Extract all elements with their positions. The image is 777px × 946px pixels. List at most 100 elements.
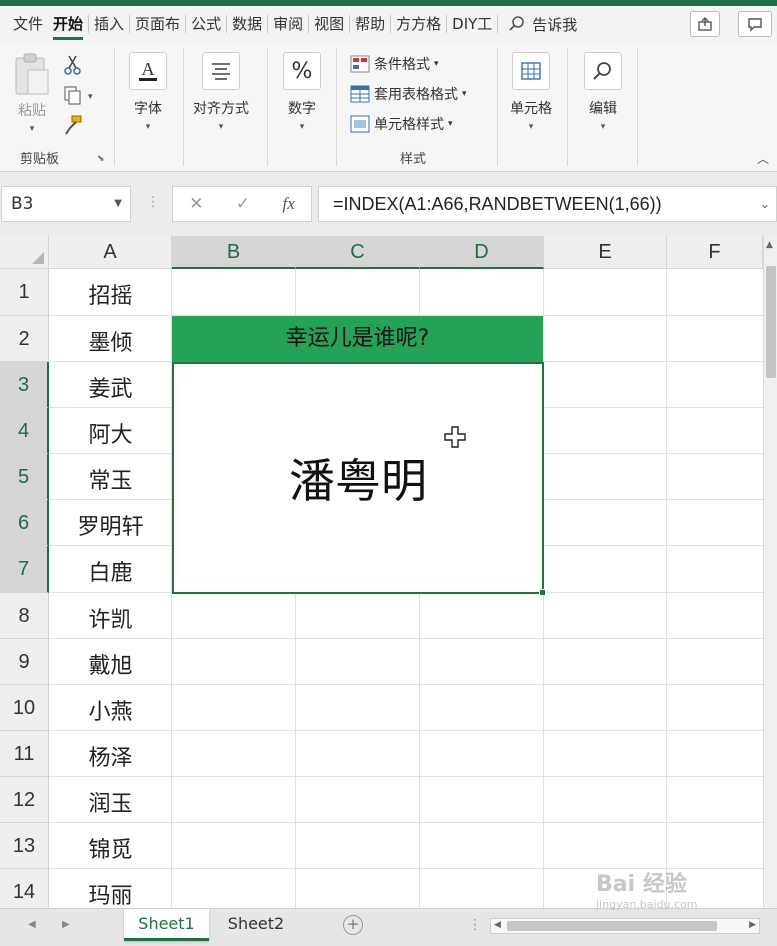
- cell-a2[interactable]: 墨倾: [49, 325, 172, 357]
- tab-insert[interactable]: 插入: [89, 6, 129, 42]
- alignment-button[interactable]: 对齐方式 ▾: [193, 52, 249, 132]
- cell-a10[interactable]: 小燕: [49, 694, 172, 726]
- insert-function-icon[interactable]: fx: [283, 194, 295, 214]
- cells-button[interactable]: 单元格 ▾: [510, 52, 552, 132]
- column-header-e[interactable]: E: [544, 236, 667, 269]
- cell-styles-button[interactable]: 单元格样式 ▾: [350, 114, 453, 134]
- tab-data[interactable]: 数据: [227, 6, 267, 42]
- cell-a14[interactable]: 玛丽: [49, 878, 172, 908]
- fill-handle[interactable]: [539, 589, 546, 596]
- tab-page-layout[interactable]: 页面布: [130, 6, 185, 42]
- cell-a11[interactable]: 杨泽: [49, 740, 172, 772]
- row-header-1[interactable]: 1: [0, 269, 49, 316]
- collapse-ribbon-icon[interactable]: ︿: [757, 150, 769, 167]
- banner-cell-b2[interactable]: 幸运儿是谁呢?: [172, 316, 543, 362]
- row-header-12[interactable]: 12: [0, 777, 49, 823]
- row-header-8[interactable]: 8: [0, 593, 49, 639]
- tab-review[interactable]: 审阅: [268, 6, 308, 42]
- group-divider: [267, 48, 268, 166]
- formula-input[interactable]: =INDEX(A1:A66,RANDBETWEEN(1,66)) ⌄: [318, 186, 777, 222]
- scroll-thumb[interactable]: [766, 266, 776, 378]
- cell-a1[interactable]: 招摇: [49, 278, 172, 310]
- format-as-table-button[interactable]: 套用表格格式 ▾: [350, 84, 467, 104]
- copy-button[interactable]: ▾: [62, 84, 93, 106]
- editing-button[interactable]: 编辑 ▾: [584, 52, 622, 132]
- cell-a4[interactable]: 阿大: [49, 417, 172, 449]
- tab-file[interactable]: 文件: [8, 6, 48, 42]
- row-header-6[interactable]: 6: [0, 500, 49, 546]
- row-header-5[interactable]: 5: [0, 454, 49, 500]
- row-header-10[interactable]: 10: [0, 685, 49, 731]
- conditional-formatting-button[interactable]: 条件格式 ▾: [350, 54, 439, 74]
- scroll-left-icon[interactable]: ◀: [494, 920, 501, 930]
- chevron-down-icon[interactable]: ⌄: [760, 187, 770, 221]
- column-header-d[interactable]: D: [420, 236, 544, 269]
- scroll-up-icon[interactable]: ▲: [766, 240, 773, 250]
- drag-handle-icon[interactable]: ⋮: [146, 194, 160, 210]
- cell-styles-label: 单元格样式: [374, 117, 444, 133]
- row-header-14[interactable]: 14: [0, 869, 49, 908]
- chevron-down-icon: ▾: [299, 122, 305, 132]
- column-header-f[interactable]: F: [667, 236, 763, 269]
- row-header-9[interactable]: 9: [0, 639, 49, 685]
- chevron-down-icon[interactable]: ▼: [114, 187, 122, 221]
- grid-line: [49, 638, 763, 639]
- column-header-a[interactable]: A: [49, 236, 172, 269]
- table-format-icon: [350, 85, 370, 103]
- tab-diy-tools[interactable]: DIY工: [447, 6, 497, 42]
- select-all-button[interactable]: [0, 236, 49, 269]
- row-header-13[interactable]: 13: [0, 823, 49, 869]
- cell-a9[interactable]: 戴旭: [49, 648, 172, 680]
- tab-formulas[interactable]: 公式: [186, 6, 226, 42]
- sheet-tab-sheet1[interactable]: Sheet1: [124, 909, 209, 941]
- name-box[interactable]: B3 ▼: [1, 186, 131, 222]
- baidu-watermark: Bai 经验 jingyan.baidu.com: [596, 866, 698, 911]
- merged-cell-b3[interactable]: 潘粤明: [172, 362, 544, 594]
- add-sheet-icon[interactable]: +: [343, 915, 363, 935]
- share-icon: [698, 17, 712, 31]
- row-header-4[interactable]: 4: [0, 408, 49, 454]
- horizontal-scrollbar[interactable]: ◀ ▶: [490, 918, 760, 934]
- row-header-11[interactable]: 11: [0, 731, 49, 777]
- row-header-2[interactable]: 2: [0, 316, 49, 362]
- worksheet-grid[interactable]: A B C D E F 1 2 3 4 5 6 7 8 9 10 11 12 1…: [0, 236, 777, 908]
- tab-home[interactable]: 开始: [48, 6, 88, 42]
- prev-sheet-icon[interactable]: ◀: [28, 919, 36, 930]
- cut-button[interactable]: [62, 54, 84, 80]
- next-sheet-icon[interactable]: ▶: [62, 919, 70, 930]
- editing-label: 编辑: [589, 101, 617, 117]
- cell-a6[interactable]: 罗明轩: [49, 509, 172, 541]
- cell-a5[interactable]: 常玉: [49, 463, 172, 495]
- sheet-tab-sheet2[interactable]: Sheet2: [216, 909, 296, 941]
- tab-fangfangge[interactable]: 方方格: [391, 6, 446, 42]
- group-divider: [567, 48, 568, 166]
- number-format-button[interactable]: % 数字 ▾: [283, 52, 321, 132]
- tab-help[interactable]: 帮助: [350, 6, 390, 42]
- share-button[interactable]: [690, 11, 720, 37]
- cell-a12[interactable]: 润玉: [49, 786, 172, 818]
- column-header-b[interactable]: B: [172, 236, 296, 269]
- tab-view[interactable]: 视图: [309, 6, 349, 42]
- scroll-thumb[interactable]: [507, 921, 717, 931]
- comments-button[interactable]: [738, 11, 772, 37]
- vertical-scrollbar[interactable]: ▲: [763, 236, 777, 908]
- scroll-right-icon[interactable]: ▶: [749, 920, 756, 930]
- cell-a7[interactable]: 白鹿: [49, 555, 172, 587]
- cell-styles-icon: [350, 115, 370, 133]
- paste-button[interactable]: 粘贴 ▾: [12, 52, 52, 134]
- ribbon-tab-bar: 文件 开始 插入 页面布 公式 数据 审阅 视图 帮助 方方格 DIY工 告诉我: [0, 6, 777, 42]
- dialog-launcher-icon[interactable]: ⬊: [97, 154, 105, 164]
- drag-handle-icon[interactable]: ⋮: [468, 917, 482, 933]
- formula-bar: B3 ▼ ⋮ ✕ ✓ fx =INDEX(A1:A66,RANDBETWEEN(…: [0, 172, 777, 236]
- cell-a8[interactable]: 许凯: [49, 602, 172, 634]
- font-button[interactable]: A 字体 ▾: [129, 52, 167, 132]
- format-painter-button[interactable]: [62, 114, 84, 140]
- row-header-7[interactable]: 7: [0, 546, 49, 593]
- confirm-icon[interactable]: ✓: [236, 194, 250, 214]
- cell-a3[interactable]: 姜武: [49, 371, 172, 403]
- tell-me-search[interactable]: 告诉我: [508, 14, 577, 35]
- cell-a13[interactable]: 锦觅: [49, 832, 172, 864]
- column-header-c[interactable]: C: [296, 236, 420, 269]
- cancel-icon[interactable]: ✕: [189, 194, 203, 214]
- row-header-3[interactable]: 3: [0, 362, 49, 408]
